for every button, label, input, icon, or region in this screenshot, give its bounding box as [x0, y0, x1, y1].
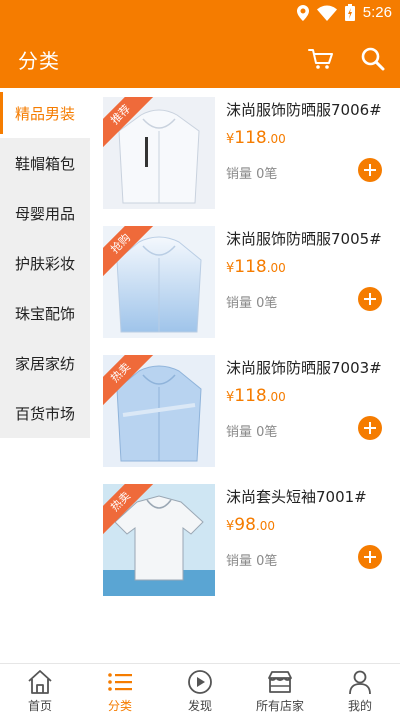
price-decimal: .00: [266, 390, 286, 404]
page-title: 分类: [18, 49, 60, 73]
product-card[interactable]: 抢购 沫尚服饰防晒服7005# ¥118.00 销量 0笔: [90, 226, 400, 355]
add-to-cart-button[interactable]: [358, 287, 382, 311]
tab-home[interactable]: 首页: [0, 664, 80, 712]
category-label: 母婴用品: [14, 204, 75, 223]
product-image[interactable]: 热卖: [103, 355, 215, 467]
product-sales: 销量 0笔: [226, 425, 278, 440]
battery-icon: [344, 4, 355, 21]
person-icon: [349, 670, 371, 695]
add-to-cart-button[interactable]: [358, 416, 382, 440]
price-decimal: .00: [255, 519, 276, 533]
price-decimal: .00: [266, 132, 286, 146]
status-time: 5:26: [362, 4, 392, 21]
play-icon: [188, 670, 212, 694]
category-label: 精品男装: [14, 104, 75, 123]
price-integer: 118: [234, 257, 267, 277]
category-item-3[interactable]: 护肤彩妆: [0, 238, 90, 288]
price-integer: 118: [234, 386, 267, 406]
product-name[interactable]: 沫尚服饰防晒服7005#: [226, 228, 382, 249]
tab-label: 所有店家: [255, 699, 304, 712]
sidebar-empty-area: [0, 438, 90, 663]
category-item-4[interactable]: 珠宝配饰: [0, 288, 90, 338]
status-bar: 5:26: [0, 0, 400, 28]
product-price: ¥118.00: [226, 386, 286, 406]
category-label: 珠宝配饰: [14, 304, 75, 323]
cart-icon[interactable]: [306, 44, 336, 74]
tab-label: 发现: [187, 699, 212, 712]
category-item-1[interactable]: 鞋帽箱包: [0, 138, 90, 188]
tab-mine[interactable]: 我的: [320, 664, 400, 712]
add-to-cart-button[interactable]: [358, 158, 382, 182]
category-item-6[interactable]: 百货市场: [0, 388, 90, 438]
product-image[interactable]: 推荐: [103, 97, 215, 209]
category-label: 鞋帽箱包: [14, 154, 75, 173]
tab-all-stores[interactable]: 所有店家: [240, 664, 320, 712]
app-bar: 分类: [0, 28, 400, 88]
tab-label: 我的: [347, 699, 372, 712]
bottom-tab-bar: 首页 分类 发现 所有店家 我的: [0, 663, 400, 712]
price-integer: 98: [234, 515, 256, 535]
product-price: ¥118.00: [226, 128, 286, 148]
status-icons: 5:26: [296, 4, 392, 21]
tab-discover[interactable]: 发现: [160, 664, 240, 712]
product-image[interactable]: 热卖: [103, 484, 215, 596]
product-name[interactable]: 沫尚套头短袖7001#: [226, 486, 367, 507]
product-name[interactable]: 沫尚服饰防晒服7003#: [226, 357, 382, 378]
list-icon: [108, 673, 132, 691]
search-icon[interactable]: [358, 44, 388, 74]
product-sales: 销量 0笔: [226, 554, 278, 569]
wifi-icon: [316, 5, 337, 21]
tab-category[interactable]: 分类: [80, 664, 160, 712]
store-icon: [268, 671, 292, 693]
tab-label: 分类: [107, 699, 132, 712]
product-sales: 销量 0笔: [226, 167, 278, 182]
price-integer: 118: [234, 128, 267, 148]
category-sidebar: 精品男装 鞋帽箱包 母婴用品 护肤彩妆 珠宝配饰 家居家纺 百货市场: [0, 88, 90, 663]
product-card[interactable]: 推荐 沫尚服饰防晒服7006# ¥118.00 销量 0笔: [90, 97, 400, 226]
category-label: 护肤彩妆: [14, 254, 75, 273]
category-item-2[interactable]: 母婴用品: [0, 188, 90, 238]
product-card[interactable]: 热卖 沫尚服饰防晒服7003# ¥118.00 销量 0笔: [90, 355, 400, 484]
product-sales: 销量 0笔: [226, 296, 278, 311]
category-item-5[interactable]: 家居家纺: [0, 338, 90, 388]
product-price: ¥118.00: [226, 257, 286, 277]
location-icon: [296, 4, 309, 21]
tab-label: 首页: [27, 699, 52, 712]
category-label: 家居家纺: [14, 354, 75, 373]
category-label: 百货市场: [14, 404, 75, 423]
price-decimal: .00: [266, 261, 286, 275]
category-item-0[interactable]: 精品男装: [0, 88, 90, 138]
product-card[interactable]: 热卖 沫尚套头短袖7001# ¥98.00 销量 0笔: [90, 484, 400, 613]
home-icon: [28, 670, 52, 694]
product-list: 推荐 沫尚服饰防晒服7006# ¥118.00 销量 0笔 抢购 沫尚服饰防晒服…: [90, 88, 400, 663]
product-price: ¥98.00: [226, 515, 275, 535]
product-name[interactable]: 沫尚服饰防晒服7006#: [226, 99, 382, 120]
product-image[interactable]: 抢购: [103, 226, 215, 338]
add-to-cart-button[interactable]: [358, 545, 382, 569]
